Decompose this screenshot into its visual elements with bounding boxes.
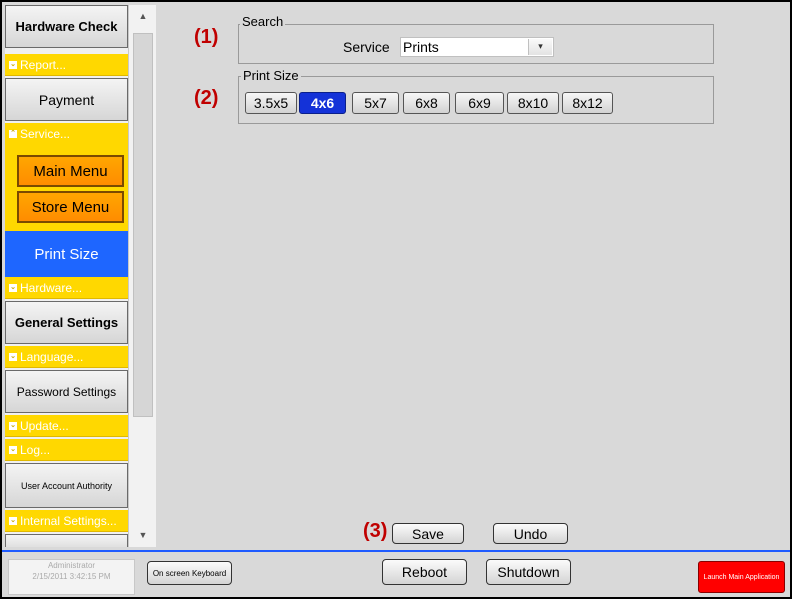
chevron-up-icon: ⌃ [9,130,17,138]
chevron-down-icon: ⌄ [9,516,17,525]
undo-button[interactable]: Undo [493,523,568,544]
sidebar-category-label: Report... [20,57,67,72]
print-size-group-title: Print Size [241,68,301,83]
scroll-thumb[interactable] [133,33,153,417]
sidebar-category-log[interactable]: ⌄ Log... [5,439,128,461]
sidebar-category-label: Hardware... [20,280,83,295]
bottom-bar: Administrator 2/15/2011 3:42:15 PM On sc… [2,550,790,597]
save-button[interactable]: Save [392,523,464,544]
sidebar-category-label: Language... [20,349,84,364]
size-button-4x6[interactable]: 4x6 [299,92,346,114]
sidebar-category-label: Service... [20,127,71,141]
dropdown-arrow-icon[interactable]: ▾ [528,39,552,55]
size-button-3-5x5[interactable]: 3.5x5 [245,92,297,114]
scroll-down-arrow-icon[interactable]: ▼ [132,525,154,545]
scroll-up-arrow-icon[interactable]: ▲ [132,7,154,33]
size-button-6x9[interactable]: 6x9 [455,92,504,114]
sidebar-item-user-account-authority[interactable]: User Account Authority [5,463,128,508]
chevron-down-icon: ⌄ [9,283,17,292]
user-info-box: Administrator 2/15/2011 3:42:15 PM [8,559,135,595]
app-window: Hardware Check ⌄ Report... Payment ⌃ Servi… [0,0,792,599]
sidebar-category-label: Internal Settings... [20,513,117,528]
chevron-down-icon: ⌄ [9,445,17,454]
sidebar-item-general-settings[interactable]: General Settings [5,301,128,344]
sidebar-category-label: Log... [20,442,51,457]
sidebar-item-hardware-check[interactable]: Hardware Check [5,5,128,48]
search-group-title: Search [240,14,286,29]
sidebar-category-update[interactable]: ⌄ Update... [5,415,128,437]
sidebar-item-payment[interactable]: Payment [5,78,128,121]
sidebar-category-report[interactable]: ⌄ Report... [5,54,128,76]
callout-1: (1) [194,26,219,48]
service-label: Service [343,39,390,55]
onscreen-keyboard-button[interactable]: On screen Keyboard [147,561,232,585]
sidebar-item-main-menu[interactable]: Main Menu [17,155,124,187]
sidebar-item-password-settings[interactable]: Password Settings [5,370,128,413]
chevron-down-icon: ⌄ [9,421,17,430]
reboot-button[interactable]: Reboot [382,559,467,585]
sidebar-service-group: ⌃ Service... Main Menu Store Menu [5,123,128,231]
launch-main-application-button[interactable]: Launch Main Application [698,561,785,593]
sidebar-item-store-menu[interactable]: Store Menu [17,191,124,223]
user-name: Administrator [47,561,96,570]
sidebar-category-service[interactable]: ⌃ Service... [5,123,128,145]
shutdown-button[interactable]: Shutdown [486,559,571,585]
sidebar: Hardware Check ⌄ Report... Payment ⌃ Servi… [5,5,128,547]
chevron-down-icon: ⌄ [9,60,17,69]
login-timestamp: 2/15/2011 3:42:15 PM [32,572,111,581]
sidebar-item-partial[interactable] [5,534,128,547]
sidebar-item-print-size[interactable]: Print Size [5,231,128,278]
service-dropdown[interactable]: Prints ▾ [400,37,554,57]
sidebar-scrollbar[interactable]: ▲ ▼ [128,5,156,547]
service-dropdown-value: Prints [403,39,439,55]
size-button-6x8[interactable]: 6x8 [403,92,450,114]
callout-3: (3) [363,520,388,542]
sidebar-category-internal-settings[interactable]: ⌄ Internal Settings... [5,510,128,532]
sidebar-category-language[interactable]: ⌄ Language... [5,346,128,368]
size-button-8x12[interactable]: 8x12 [562,92,613,114]
size-button-5x7[interactable]: 5x7 [352,92,399,114]
size-button-8x10[interactable]: 8x10 [507,92,559,114]
callout-2: (2) [194,87,219,109]
sidebar-category-hardware[interactable]: ⌄ Hardware... [5,277,128,299]
chevron-down-icon: ⌄ [9,352,17,361]
sidebar-category-label: Update... [20,418,69,433]
